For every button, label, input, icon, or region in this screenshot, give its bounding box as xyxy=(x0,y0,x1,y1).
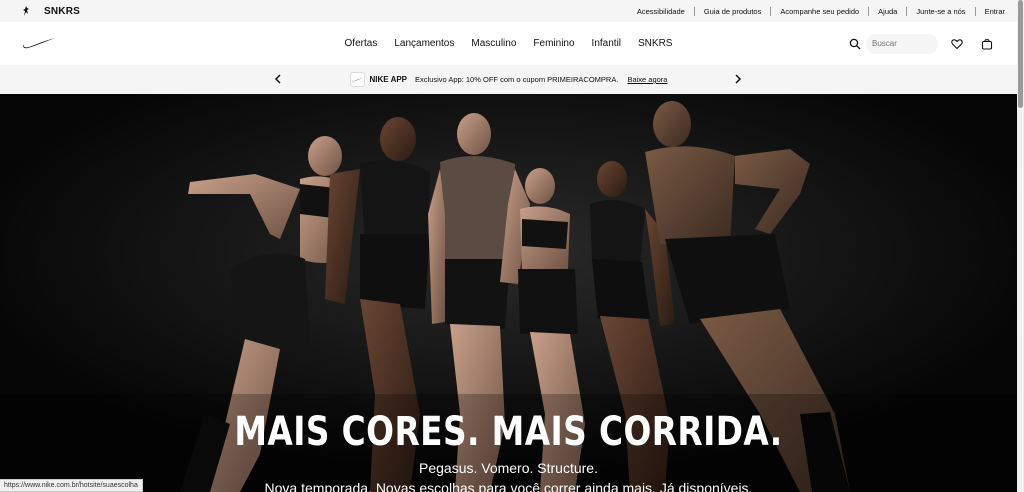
link-sign-in[interactable]: Entrar xyxy=(976,7,1005,16)
nav-item-lancamentos[interactable]: Lançamentos xyxy=(394,38,454,49)
hero-subtitle: Pegasus. Vomero. Structure. xyxy=(419,460,598,476)
page-scrollbar[interactable] xyxy=(1017,0,1024,492)
nike-app-icon xyxy=(349,72,365,87)
header-actions xyxy=(845,33,995,54)
sub-brands: SNKRS xyxy=(20,5,80,17)
heart-icon[interactable] xyxy=(949,36,965,52)
hero-banner[interactable]: MAIS CORES. MAIS CORRIDA. Pegasus. Vomer… xyxy=(0,94,1017,492)
nike-swoosh-icon[interactable] xyxy=(22,37,56,51)
link-track-order[interactable]: Acompanhe seu pedido xyxy=(771,6,870,16)
chevron-right-icon[interactable] xyxy=(731,72,745,86)
utility-links: Acessibilidade Guia de produtos Acompanh… xyxy=(628,6,1005,16)
jordan-jumpman-icon[interactable] xyxy=(20,5,32,17)
promo-message: Exclusivo App: 10% OFF com o cupom PRIME… xyxy=(415,75,619,84)
hero-description: Nova temporada. Novas escolhas para você… xyxy=(264,480,753,492)
hero-title: MAIS CORES. MAIS CORRIDA. xyxy=(234,409,783,455)
snkrs-logo[interactable]: SNKRS xyxy=(44,6,80,17)
nav-item-infantil[interactable]: Infantil xyxy=(592,38,621,49)
link-join[interactable]: Junte-se a nós xyxy=(907,6,976,16)
link-accessibility[interactable]: Acessibilidade xyxy=(628,6,695,16)
link-help[interactable]: Ajuda xyxy=(869,6,908,16)
promo-download-link[interactable]: Baixe agora xyxy=(627,75,667,84)
utility-bar: SNKRS Acessibilidade Guia de produtos Ac… xyxy=(0,0,1017,22)
main-header: Ofertas Lançamentos Masculino Feminino I… xyxy=(0,22,1017,65)
scrollbar-thumb[interactable] xyxy=(1018,0,1023,108)
status-url: https://www.nike.com.br/hotsite/suaescol… xyxy=(0,479,143,492)
nav-item-snkrs[interactable]: SNKRS xyxy=(638,38,672,49)
nav-item-feminino[interactable]: Feminino xyxy=(533,38,574,49)
search-input[interactable] xyxy=(866,33,938,54)
nav-item-masculino[interactable]: Masculino xyxy=(471,38,516,49)
search-icon[interactable] xyxy=(849,36,861,52)
search-box[interactable] xyxy=(845,33,938,54)
promo-app-label: NIKE APP xyxy=(369,75,408,84)
chevron-left-icon[interactable] xyxy=(271,72,285,86)
link-product-guide[interactable]: Guia de produtos xyxy=(695,6,772,16)
promo-banner: NIKE APP Exclusivo App: 10% OFF com o cu… xyxy=(0,65,1017,94)
bag-icon[interactable] xyxy=(979,36,995,52)
nav-item-ofertas[interactable]: Ofertas xyxy=(345,38,378,49)
promo-content: NIKE APP Exclusivo App: 10% OFF com o cu… xyxy=(349,72,667,87)
